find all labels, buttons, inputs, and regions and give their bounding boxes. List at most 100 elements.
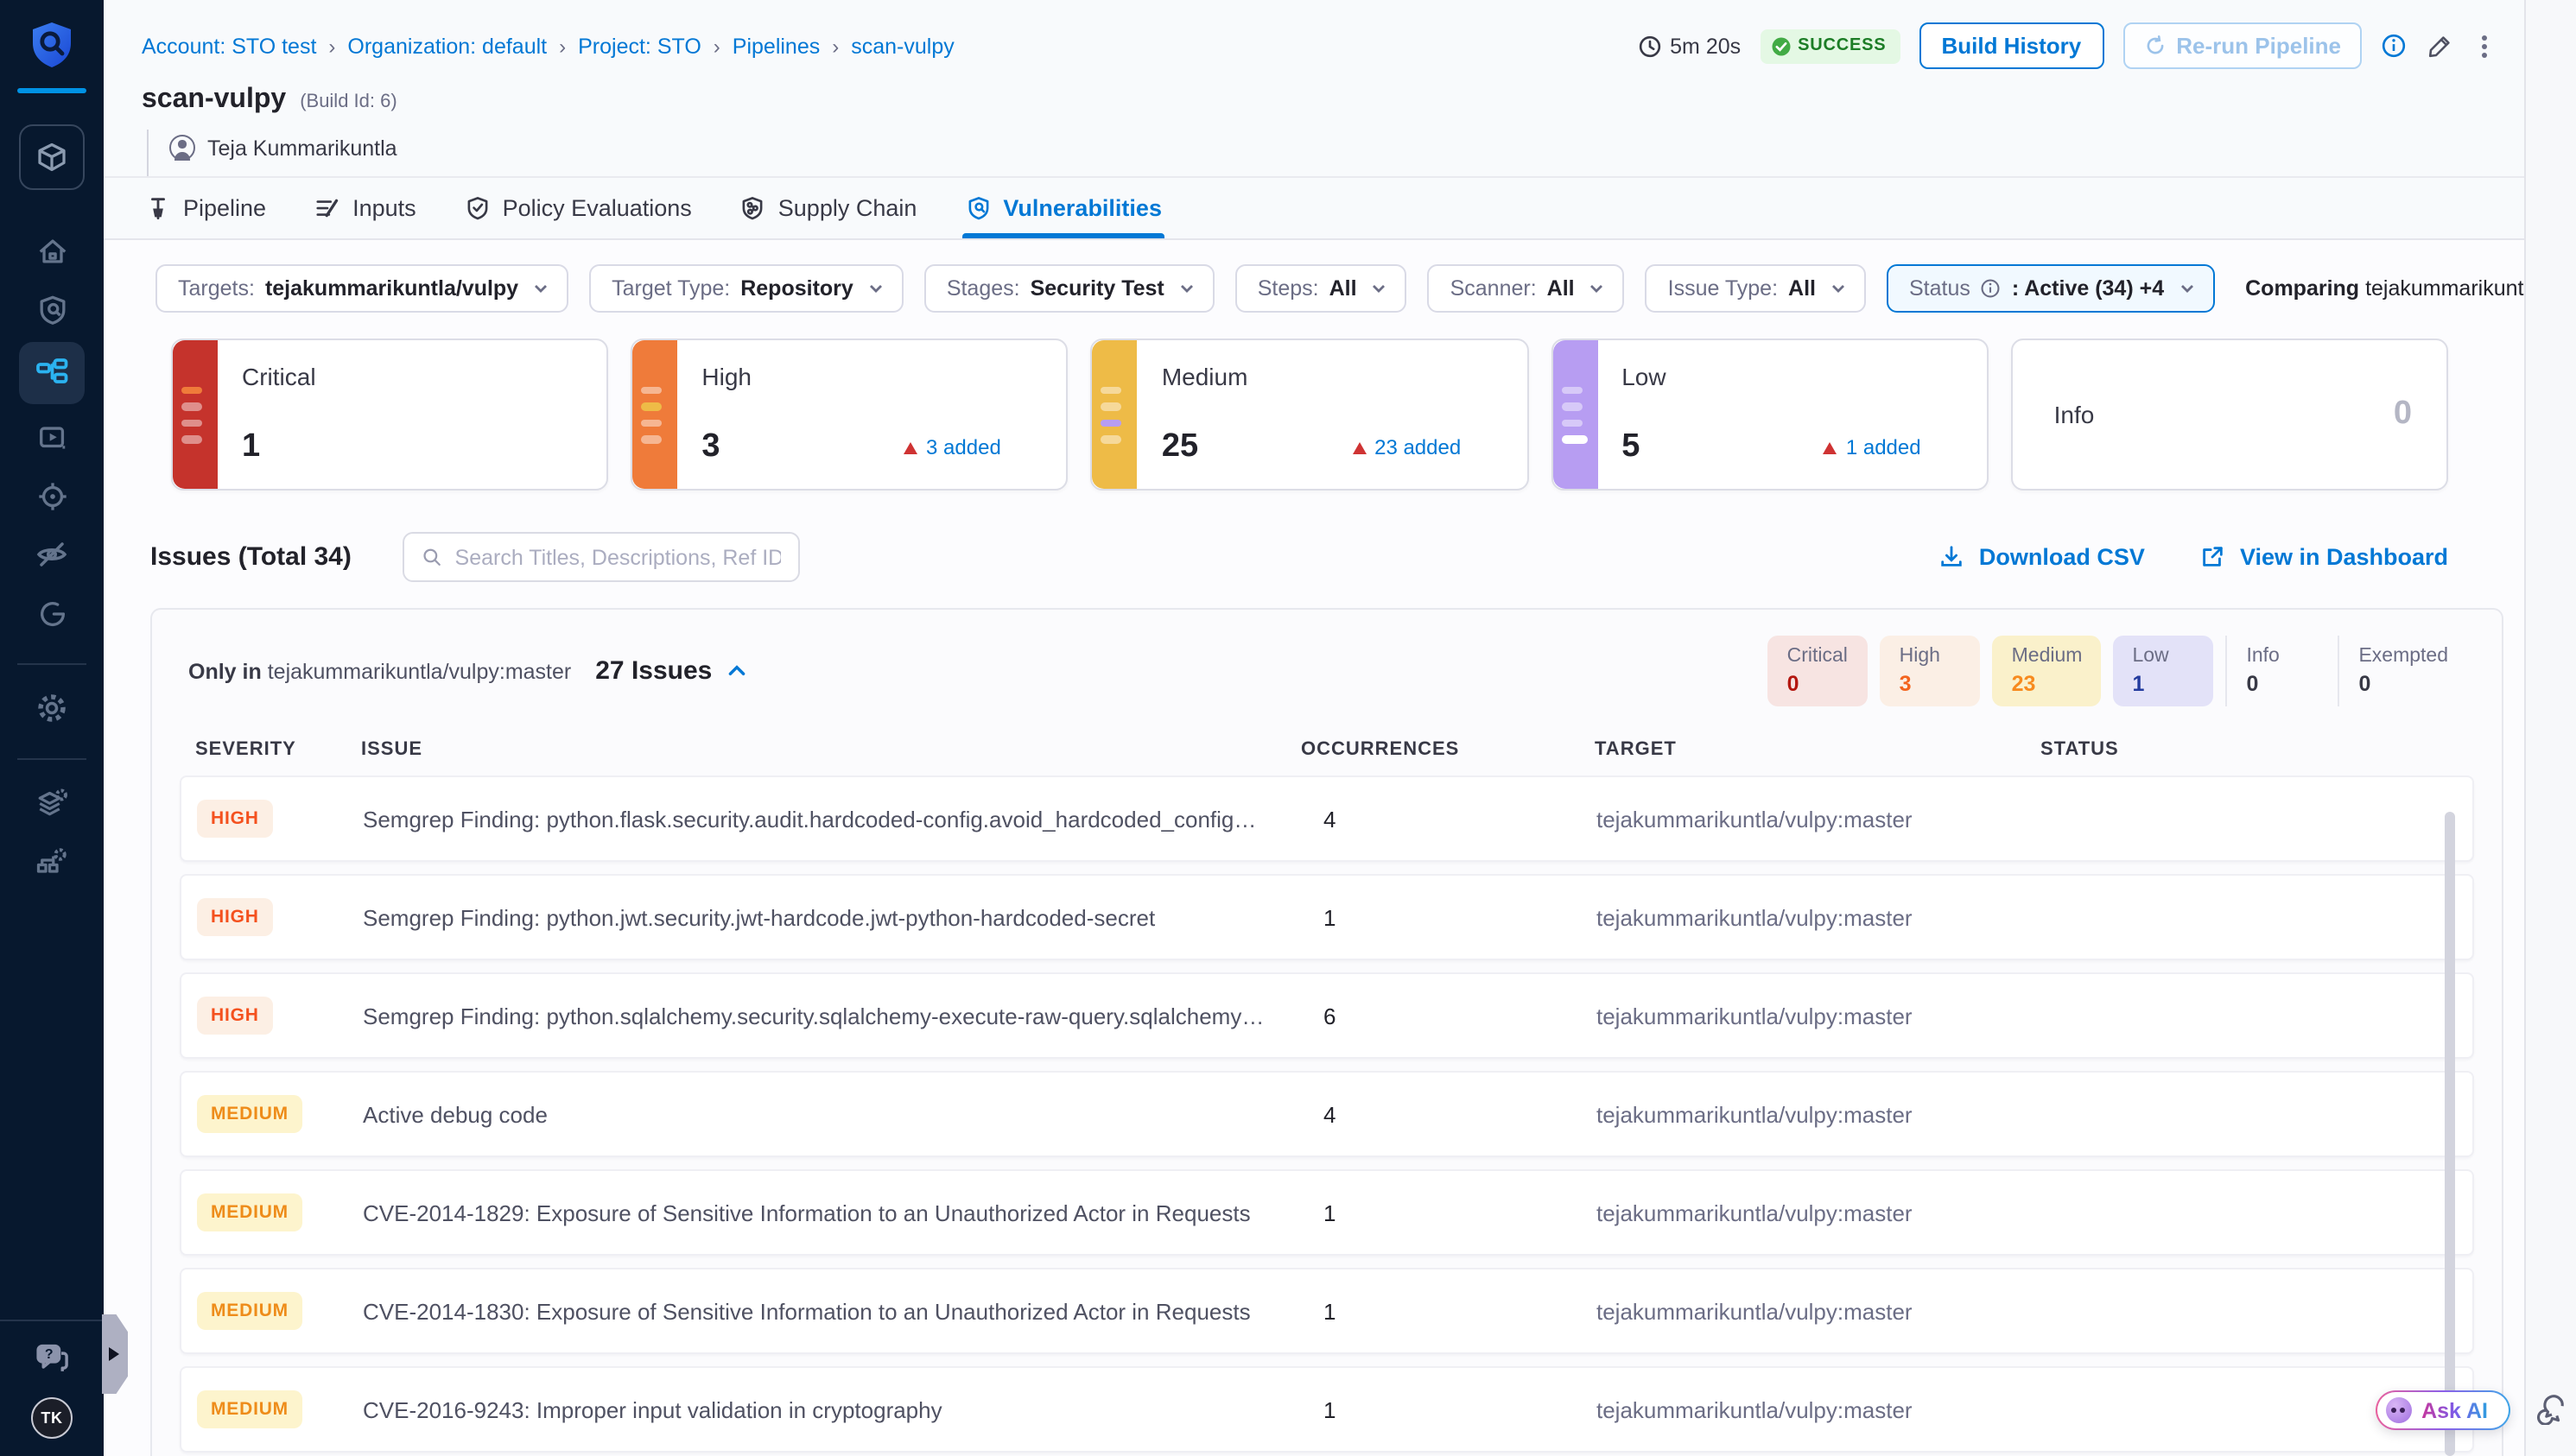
sidebar-item-targets[interactable]: [19, 470, 85, 522]
clock-icon: [1637, 34, 1661, 58]
tab-pipeline[interactable]: Pipeline: [145, 178, 266, 238]
table-row[interactable]: HIGH Semgrep Finding: python.jwt.securit…: [180, 874, 2474, 960]
build-history-button[interactable]: Build History: [1919, 22, 2103, 69]
sidebar-item-home[interactable]: [19, 225, 85, 276]
filter-status[interactable]: Status : Active (34) +4: [1887, 264, 2214, 313]
table-row[interactable]: MEDIUM CVE-2014-1829: Exposure of Sensit…: [180, 1169, 2474, 1256]
filter-scanner[interactable]: Scanner:All: [1428, 264, 1625, 313]
tab-vulnerabilities[interactable]: Vulnerabilities: [965, 178, 1162, 238]
breadcrumb-account[interactable]: Account: STO test: [142, 34, 316, 58]
added-arrow-icon: [1824, 441, 1837, 453]
ai-bot-icon: [2385, 1397, 2411, 1423]
refresh-icon: [2143, 35, 2166, 57]
medium-severity-gauge-icon: [1093, 340, 1138, 489]
shield-check-icon: [465, 195, 491, 221]
high-severity-gauge-icon: [632, 340, 677, 489]
user-avatar[interactable]: TK: [31, 1397, 73, 1439]
table-row[interactable]: MEDIUM CVE-2016-9243: Improper input val…: [180, 1366, 2474, 1453]
sidebar-item-overview[interactable]: [19, 283, 85, 335]
breadcrumb-pipelines[interactable]: Pipelines: [733, 34, 820, 58]
sidebar-item-baselines-eye-off[interactable]: [19, 529, 85, 580]
rerun-pipeline-button[interactable]: Re-run Pipeline: [2122, 22, 2362, 69]
module-selector-cube-icon[interactable]: [19, 124, 85, 190]
low-card[interactable]: Low 5 1 added: [1551, 339, 1988, 491]
external-link-icon: [2200, 544, 2226, 570]
medium-card[interactable]: Medium 25 23 added: [1091, 339, 1528, 491]
severity-summary-cards: Critical 1 High 3 3 added Medium 25 23 a…: [104, 313, 2524, 491]
filter-steps[interactable]: Steps:All: [1235, 264, 1407, 313]
search-input[interactable]: [455, 545, 782, 569]
chevron-down-icon: [1589, 280, 1606, 297]
sidebar-item-getting-started[interactable]: [19, 587, 85, 639]
filter-bar: Targets:tejakummarikuntla/vulpy Target T…: [104, 240, 2524, 313]
low-severity-gauge-icon: [1552, 340, 1597, 489]
triggered-by-user: Teja Kummarikuntla: [147, 130, 2497, 176]
sidebar-expand-handle[interactable]: [102, 1314, 128, 1394]
sidebar-item-project-settings[interactable]: [19, 777, 85, 829]
svg-text:?: ?: [45, 1347, 54, 1362]
chat-bubbles-icon[interactable]: [2534, 1390, 2568, 1425]
sidebar-item-executions[interactable]: [19, 411, 85, 463]
main-content: Account: STO test › Organization: default…: [104, 0, 2524, 1456]
breadcrumb: Account: STO test › Organization: default…: [142, 34, 955, 58]
sidebar-item-org-settings[interactable]: [19, 836, 85, 888]
shield-nodes-icon: [740, 195, 766, 221]
left-sidebar: ? TK: [0, 0, 104, 1456]
severity-count-chips: Critical0 High3 Medium23 Low1 Info0 Exem…: [1756, 636, 2467, 706]
collapse-chevron-up-icon[interactable]: [726, 660, 748, 682]
tab-policy-evaluations[interactable]: Policy Evaluations: [465, 178, 692, 238]
chip-high: High3: [1881, 636, 1981, 706]
filter-target-type[interactable]: Target Type:Repository: [589, 264, 904, 313]
breadcrumb-separator: ›: [559, 34, 566, 58]
tab-supply-chain[interactable]: Supply Chain: [740, 178, 917, 238]
filter-stages[interactable]: Stages:Security Test: [924, 264, 1215, 313]
info-circle-icon: [1981, 278, 2002, 299]
app-window: ? TK Account: STO test › Organization: de…: [0, 0, 2576, 1456]
breadcrumb-org[interactable]: Organization: default: [347, 34, 547, 58]
shield-search-icon: [965, 195, 991, 221]
severity-badge: MEDIUM: [197, 1193, 302, 1231]
info-card[interactable]: Info 0: [2011, 339, 2448, 491]
issues-search[interactable]: [403, 532, 801, 582]
filter-targets[interactable]: Targets:tejakummarikuntla/vulpy: [155, 264, 568, 313]
breadcrumb-separator: ›: [714, 34, 720, 58]
nav-accent-divider: [17, 88, 86, 93]
chevron-down-icon: [2178, 280, 2195, 297]
issues-total-title: Issues (Total 34): [150, 542, 352, 572]
table-row[interactable]: MEDIUM CVE-2014-1830: Exposure of Sensit…: [180, 1268, 2474, 1354]
info-icon[interactable]: [2381, 33, 2407, 59]
high-card[interactable]: High 3 3 added: [631, 339, 1068, 491]
kebab-menu-icon[interactable]: [2472, 32, 2497, 60]
pipeline-icon: [145, 195, 171, 221]
chip-medium: Medium23: [1993, 636, 2102, 706]
chip-critical: Critical0: [1768, 636, 1869, 706]
right-utility-strip: [2524, 0, 2576, 1456]
build-id-label: (Build Id: 6): [300, 92, 397, 112]
page-header: Account: STO test › Organization: default…: [104, 0, 2524, 176]
sidebar-item-pipelines[interactable]: [19, 342, 85, 404]
vertical-scrollbar[interactable]: [2445, 812, 2455, 1456]
table-row[interactable]: HIGH Semgrep Finding: python.sqlalchemy.…: [180, 972, 2474, 1059]
ask-ai-button[interactable]: Ask AI: [2375, 1390, 2510, 1430]
table-row[interactable]: HIGH Semgrep Finding: python.flask.secur…: [180, 775, 2474, 862]
page-title: scan-vulpy: [142, 85, 286, 116]
view-in-dashboard-button[interactable]: View in Dashboard: [2200, 544, 2448, 570]
download-csv-button[interactable]: Download CSV: [1939, 544, 2145, 570]
severity-badge: MEDIUM: [197, 1390, 302, 1428]
check-circle-icon: [1770, 35, 1791, 56]
edit-pencil-icon[interactable]: [2426, 32, 2453, 60]
breadcrumb-project[interactable]: Project: STO: [578, 34, 701, 58]
chevron-down-icon: [1830, 280, 1847, 297]
issues-list: HIGH Semgrep Finding: python.flask.secur…: [152, 775, 2502, 1456]
filter-issue-type[interactable]: Issue Type:All: [1646, 264, 1866, 313]
chevron-down-icon: [532, 280, 549, 297]
sidebar-item-settings[interactable]: [19, 682, 85, 734]
tab-inputs[interactable]: Inputs: [314, 178, 416, 238]
help-chat-icon[interactable]: ?: [33, 1339, 71, 1377]
sto-shield-logo-icon[interactable]: [24, 17, 79, 73]
breadcrumb-current[interactable]: scan-vulpy: [851, 34, 955, 58]
critical-card[interactable]: Critical 1: [171, 339, 608, 491]
user-icon: [169, 135, 195, 161]
chevron-down-icon: [867, 280, 885, 297]
table-row[interactable]: MEDIUM Active debug code 4 tejakummariku…: [180, 1071, 2474, 1157]
